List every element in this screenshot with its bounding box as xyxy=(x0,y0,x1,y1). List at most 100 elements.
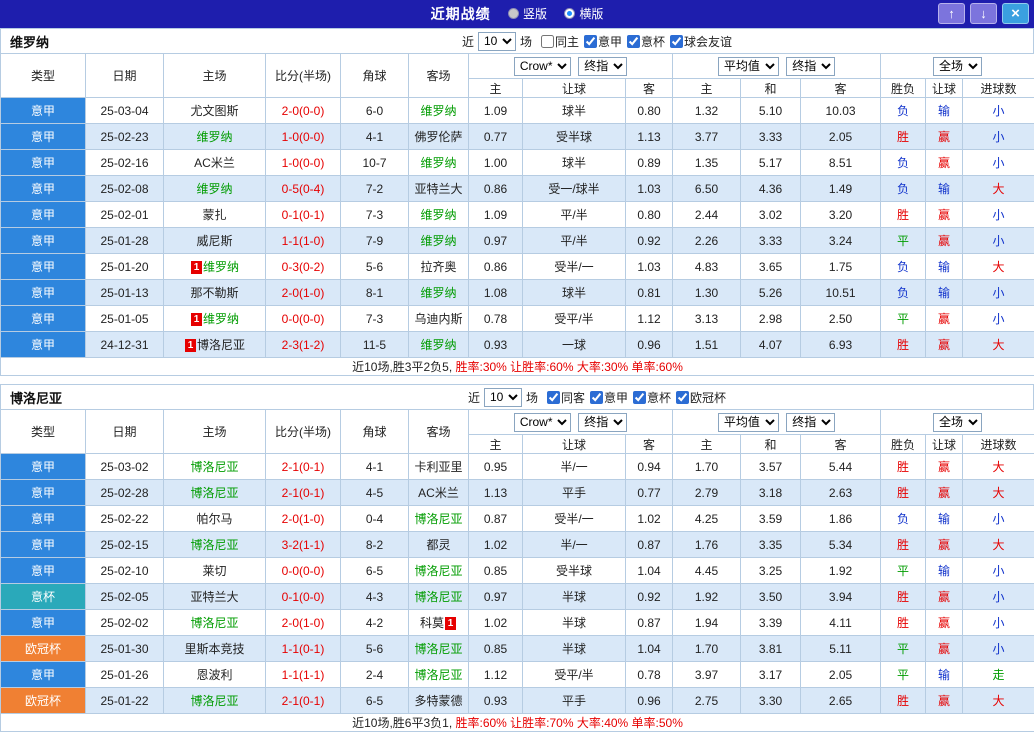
odds-company-select[interactable]: Crow* xyxy=(513,56,571,76)
cell-result-wdl: 负 xyxy=(880,149,927,176)
cell-handicap-away-odds: 1.04 xyxy=(624,557,674,584)
cell-away-team: 博洛尼亚 xyxy=(408,557,469,584)
card-badge: 1 xyxy=(190,313,202,326)
checkbox-input[interactable] xyxy=(590,390,603,404)
cell-score: 2-1(0-1) xyxy=(265,479,341,506)
titlebar-buttons: ↑ ↓ × xyxy=(938,3,1029,24)
summary-rates: 胜率:60% 让胜率:70% 大率:40% 单率:50% xyxy=(452,716,683,730)
euro-odds-time-select[interactable]: 终指 xyxy=(786,56,836,76)
close-button[interactable]: × xyxy=(1002,3,1029,24)
cell-euro-away: 1.92 xyxy=(800,557,882,584)
scope-select[interactable]: 全场 xyxy=(933,412,983,432)
cell-handicap-line: 球半 xyxy=(522,149,626,176)
cell-result-goals: 大 xyxy=(962,253,1034,280)
cell-handicap-line: 平/半 xyxy=(522,201,626,228)
filter-checkbox[interactable]: 意杯 xyxy=(633,389,671,406)
cell-handicap-line: 半/一 xyxy=(522,453,626,480)
cell-euro-draw: 4.07 xyxy=(740,331,802,358)
cell-result-handicap: 赢 xyxy=(925,227,964,254)
filter-checkbox[interactable]: 同主 xyxy=(540,33,579,50)
team-name: 维罗纳 xyxy=(202,312,239,326)
cell-score: 1-0(0-0) xyxy=(265,123,341,150)
scope-select[interactable]: 全场 xyxy=(933,56,983,76)
filter-checkbox[interactable]: 意甲 xyxy=(584,33,622,50)
team-name: AC米兰 xyxy=(418,486,459,500)
titlebar-center: 近期战绩 竖版 横版 xyxy=(431,4,604,24)
cell-result-handicap: 赢 xyxy=(925,201,964,228)
cell-home-team: 维罗纳 xyxy=(163,123,266,150)
handicap-time-select[interactable]: 终指 xyxy=(578,412,628,432)
cell-score: 0-3(0-2) xyxy=(265,253,341,280)
cell-result-wdl: 胜 xyxy=(880,687,927,714)
cell-handicap-away-odds: 0.80 xyxy=(624,97,674,124)
cell-away-team: 博洛尼亚 xyxy=(408,635,469,662)
cell-result-goals: 小 xyxy=(962,305,1034,332)
filter-checkbox[interactable]: 欧冠杯 xyxy=(676,389,726,406)
filter-checkbox[interactable]: 同客 xyxy=(546,389,585,406)
cell-handicap-line: 受半/一 xyxy=(522,253,626,280)
col-euro-draw: 和 xyxy=(740,434,802,454)
cell-home-team: 亚特兰大 xyxy=(163,583,266,610)
cell-score: 2-3(1-2) xyxy=(265,331,341,358)
cell-result-wdl: 平 xyxy=(880,557,927,584)
checkbox-input[interactable] xyxy=(633,390,647,404)
euro-odds-mode-select[interactable]: 平均值 xyxy=(717,56,779,76)
filter-checkbox[interactable]: 球会友谊 xyxy=(670,33,732,50)
cell-result-wdl: 胜 xyxy=(880,201,927,228)
cell-handicap-away-odds: 0.87 xyxy=(624,609,674,636)
cell-type: 意甲 xyxy=(0,531,86,558)
cell-score: 2-0(1-0) xyxy=(265,505,341,532)
cell-result-wdl: 平 xyxy=(880,661,927,688)
cell-result-handicap: 赢 xyxy=(925,609,964,636)
move-up-button[interactable]: ↑ xyxy=(938,3,965,24)
section-header: 博洛尼亚 近 10 场 同客 意甲 意杯 欧冠杯 xyxy=(0,384,1034,409)
match-count-select[interactable]: 10 xyxy=(483,387,522,407)
cell-handicap-home-odds: 0.86 xyxy=(468,175,523,202)
cell-home-team: 博洛尼亚 xyxy=(163,531,266,558)
cell-result-wdl: 负 xyxy=(880,175,927,202)
checkbox-input[interactable] xyxy=(546,390,560,404)
checkbox-input[interactable] xyxy=(627,34,641,48)
handicap-time-select[interactable]: 终指 xyxy=(578,56,628,76)
col-result-wdl: 胜负 xyxy=(880,434,927,454)
odds-company-select[interactable]: Crow* xyxy=(513,412,571,432)
team-name: 亚特兰大 xyxy=(190,590,239,604)
cell-home-team: 1 维罗纳 xyxy=(163,253,266,280)
cell-handicap-home-odds: 1.02 xyxy=(468,609,523,636)
checkbox-input[interactable] xyxy=(676,390,690,404)
cell-handicap-away-odds: 1.12 xyxy=(624,305,674,332)
cell-away-team: 维罗纳 xyxy=(408,331,469,358)
checkbox-input[interactable] xyxy=(584,34,597,48)
cell-corners: 7-3 xyxy=(340,201,409,228)
team-name: 尤文图斯 xyxy=(190,104,239,118)
cell-handicap-home-odds: 0.85 xyxy=(468,635,523,662)
team-name: 莱切 xyxy=(202,564,227,578)
move-down-button[interactable]: ↓ xyxy=(970,3,997,24)
euro-odds-mode-select[interactable]: 平均值 xyxy=(717,412,779,432)
team-title: 博洛尼亚 xyxy=(10,390,63,406)
cell-handicap-away-odds: 1.03 xyxy=(624,253,674,280)
col-euro-home: 主 xyxy=(672,434,742,454)
cell-euro-home: 1.92 xyxy=(672,583,742,610)
filter-checkbox[interactable]: 意杯 xyxy=(627,33,665,50)
cell-home-team: 蒙扎 xyxy=(163,201,266,228)
cell-result-goals: 小 xyxy=(962,97,1034,124)
cell-result-handicap: 输 xyxy=(925,557,964,584)
match-row: 意甲 25-02-23 维罗纳 1-0(0-0) 4-1 佛罗伦萨 0.77 受半球 1.13 3… xyxy=(0,123,1034,150)
handicap-filter-cell: Crow* 终指 xyxy=(467,409,674,435)
match-count-select[interactable]: 10 xyxy=(477,31,516,51)
col-corner: 角球 xyxy=(340,409,409,454)
radio-checked-icon xyxy=(564,8,576,19)
cell-date: 25-02-01 xyxy=(85,201,164,228)
cell-result-goals: 走 xyxy=(962,661,1034,688)
checkbox-input[interactable] xyxy=(670,34,684,48)
checkbox-input[interactable] xyxy=(540,34,554,48)
layout-radio-horizontal[interactable]: 横版 xyxy=(564,5,603,22)
euro-odds-time-select[interactable]: 终指 xyxy=(786,412,836,432)
cell-corners: 6-5 xyxy=(340,557,409,584)
filter-checkbox[interactable]: 意甲 xyxy=(590,389,628,406)
layout-radio-vertical[interactable]: 竖版 xyxy=(507,5,547,22)
col-handicap-away: 客 xyxy=(624,434,674,454)
cell-handicap-home-odds: 0.93 xyxy=(468,687,523,714)
cell-result-wdl: 平 xyxy=(880,227,927,254)
